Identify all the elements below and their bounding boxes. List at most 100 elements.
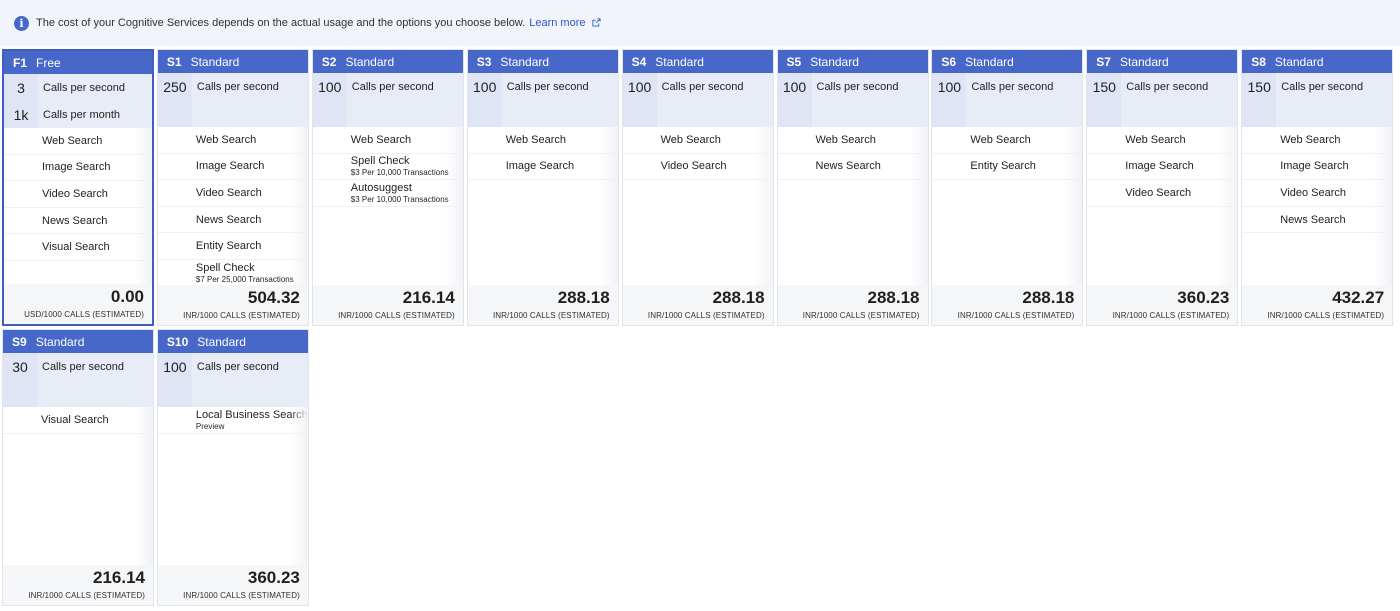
feature-name: Web Search (815, 133, 876, 146)
quota-value (3, 380, 37, 407)
tier-price-unit: INR/1000 CALLS (ESTIMATED) (28, 591, 145, 600)
quota-label (502, 100, 618, 127)
tier-price: 288.18 (867, 288, 920, 307)
pricing-tier-s3[interactable]: S3 Standard 100 Calls per second Web Search I… (466, 49, 619, 326)
feature-item: Web Search (1242, 127, 1389, 154)
tier-code: S7 (1096, 54, 1111, 69)
quota-value: 100 (312, 73, 347, 100)
feature-note: Preview (195, 421, 225, 431)
pricing-tier-s6[interactable]: S6 Standard 100 Calls per second Web Search E… (931, 49, 1084, 326)
quota-row: 250 Calls per second (157, 73, 308, 100)
quota-row: 150 Calls per second (1087, 73, 1238, 100)
feature-list: Web Search Image Search Video Search News S… (4, 128, 152, 261)
tile-shade (135, 407, 153, 565)
pricing-tier-s1[interactable]: S1 Standard 250 Calls per second Web Search I… (156, 49, 309, 326)
feature-item: News Search (777, 154, 924, 181)
tier-price: 360.23 (1177, 288, 1230, 307)
feature-note: $3 Per 10,000 Transactions (350, 168, 449, 178)
feature-item: Web Search (4, 128, 148, 155)
tier-header: F1 Free (4, 51, 152, 74)
quota-row: 150 Calls per second (1242, 73, 1393, 100)
pricing-tier-s7[interactable]: S7 Standard 150 Calls per second Web Search I… (1086, 49, 1239, 326)
feature-note: $7 Per 25,000 Transactions (195, 274, 294, 284)
quota-label: Calls per second (196, 360, 279, 373)
feature-list: Web Search Image Search Video Search News S… (157, 127, 308, 287)
pricing-tier-s10[interactable]: S10 Standard 100 Calls per second Local Busi… (156, 329, 309, 606)
feature-name: News Search (195, 213, 262, 226)
feature-name: News Search (1280, 213, 1346, 226)
pricing-tier-s8[interactable]: S8 Standard 150 Calls per second Web Search I… (1241, 49, 1394, 326)
tier-price-unit: INR/1000 CALLS (ESTIMATED) (957, 311, 1075, 320)
tier-header: S2 Standard (312, 50, 463, 73)
quota-row: 3 Calls per second (4, 74, 152, 101)
tier-price-footer: 288.18 INR/1000 CALLS (ESTIMATED) (777, 285, 928, 325)
quota-value (157, 380, 192, 407)
feature-name: Web Search (660, 133, 721, 146)
quota-row (777, 100, 928, 127)
quota-value: 150 (1242, 73, 1277, 100)
quota-label (966, 100, 1082, 127)
feature-name: Web Search (195, 133, 257, 146)
tier-name: Standard (655, 54, 704, 69)
quota-value: 3 (4, 74, 38, 101)
quota-label: Calls per second (1281, 80, 1364, 93)
feature-name: Web Search (970, 133, 1031, 146)
tier-code: S4 (631, 54, 647, 69)
quota-value: 1k (4, 101, 38, 128)
quota-value (932, 100, 967, 127)
tier-code: S2 (321, 54, 337, 69)
feature-list: Web Search Image Search (467, 127, 618, 181)
tier-code: S8 (1251, 54, 1266, 69)
quota-value (467, 100, 502, 127)
feature-name: Spell Check (350, 155, 410, 168)
pricing-tier-f1[interactable]: F1 Free 3 Calls per second 1k Calls per month… (2, 49, 154, 326)
quota-value: 100 (777, 73, 812, 100)
feature-item: Video Search (1087, 180, 1234, 207)
pricing-tier-s2[interactable]: S2 Standard 100 Calls per second Web Search S… (311, 49, 464, 326)
feature-name: Entity Search (970, 160, 1036, 173)
tier-price: 288.18 (1022, 288, 1075, 307)
feature-item: News Search (1242, 207, 1389, 234)
feature-item: Spell Check $7 Per 25,000 Transactions (157, 260, 304, 287)
tier-header: S10 Standard (157, 330, 308, 353)
tier-code: F1 (13, 55, 28, 70)
tier-header: S4 Standard (622, 50, 773, 73)
quota-label: Calls per second (1126, 80, 1209, 93)
tier-header: S3 Standard (467, 50, 618, 73)
quota-label: Calls per second (43, 81, 125, 94)
tier-name: Standard (345, 54, 395, 69)
quota-value: 100 (157, 353, 192, 380)
quota-row: 100 Calls per second (312, 73, 463, 100)
feature-item: Web Search (622, 127, 769, 154)
feature-item: Video Search (1242, 180, 1389, 207)
quota-row (622, 100, 773, 127)
tier-price-footer: 288.18 INR/1000 CALLS (ESTIMATED) (467, 285, 618, 325)
feature-item: Image Search (4, 155, 148, 182)
quota-label (347, 100, 463, 127)
quota-row (312, 100, 463, 127)
feature-name: Autosuggest (350, 181, 412, 194)
quota-label: Calls per second (971, 80, 1054, 93)
feature-item: Autosuggest $3 Per 10,000 Transactions (312, 180, 459, 207)
tier-price: 216.14 (402, 288, 455, 307)
feature-item: Image Search (1242, 154, 1389, 181)
tier-name: Standard (35, 334, 85, 349)
quota-row (932, 100, 1083, 127)
tier-header: S6 Standard (932, 50, 1083, 73)
pricing-tier-s4[interactable]: S4 Standard 100 Calls per second Web Search V… (621, 49, 774, 326)
feature-name: Web Search (42, 134, 103, 147)
pricing-tier-s5[interactable]: S5 Standard 100 Calls per second Web Search N… (776, 49, 929, 326)
quota-label (657, 100, 773, 127)
tier-price-footer: 216.14 INR/1000 CALLS (ESTIMATED) (312, 285, 463, 325)
quota-row: 100 Calls per second (932, 73, 1083, 100)
pricing-tier-s9[interactable]: S9 Standard 30 Calls per second Visual Searc… (2, 329, 154, 606)
quota-row (157, 100, 308, 127)
feature-list: Web Search News Search (777, 127, 928, 181)
quota-label (1276, 100, 1392, 127)
feature-item: News Search (4, 208, 148, 235)
tier-price: 288.18 (557, 288, 610, 307)
quota-value (312, 100, 347, 127)
tier-price-unit: INR/1000 CALLS (ESTIMATED) (1267, 311, 1385, 320)
tile-shade (444, 127, 463, 285)
tier-price-unit: INR/1000 CALLS (ESTIMATED) (338, 311, 455, 320)
